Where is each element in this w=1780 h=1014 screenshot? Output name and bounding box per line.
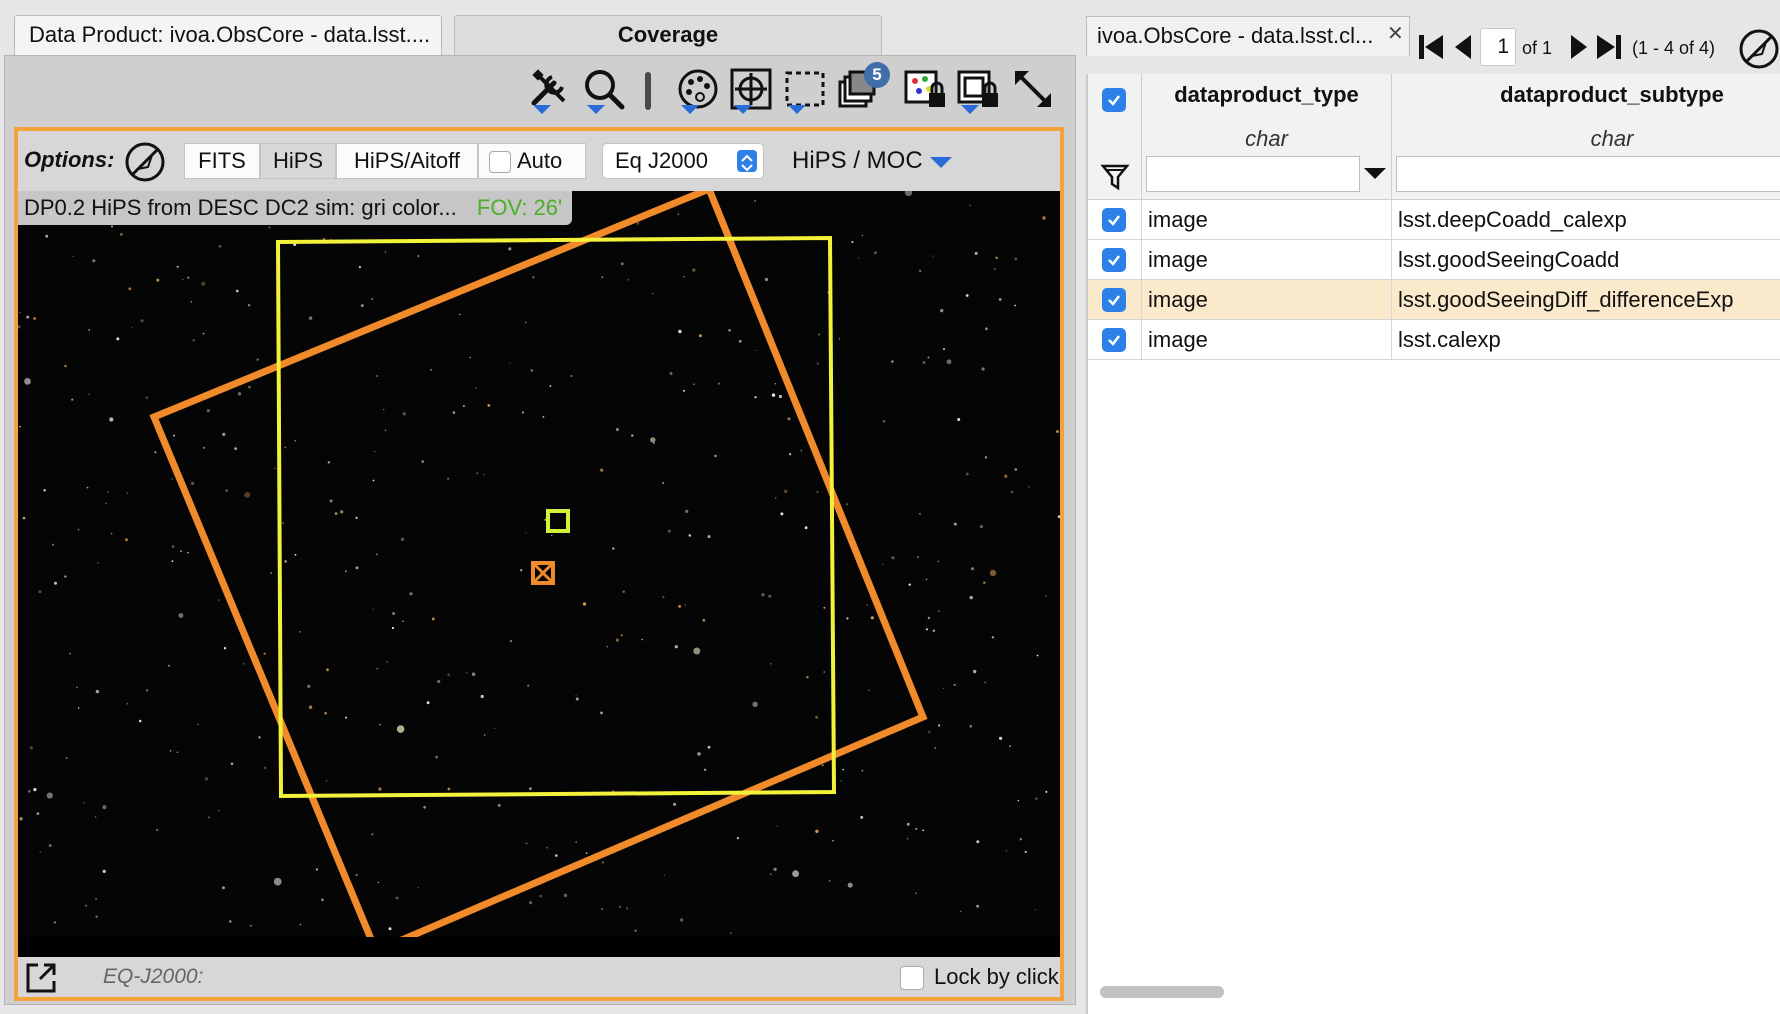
viewer-title-bar: DP0.2 HiPS from DESC DC2 sim: gri color.… — [18, 191, 573, 225]
select-arrows-icon — [737, 150, 757, 172]
last-page-icon[interactable] — [1594, 32, 1624, 62]
cell-dataproduct-type: image — [1142, 200, 1392, 239]
hips-aitoff-button[interactable]: HiPS/Aitoff — [336, 143, 478, 179]
expand-icon[interactable] — [1010, 66, 1056, 112]
filter-icon[interactable] — [1100, 162, 1130, 197]
row-range: (1 - 4 of 4) — [1632, 38, 1716, 58]
hips-moc-menu[interactable]: HiPS / MOC — [792, 147, 923, 175]
fov-label: FOV: 26' — [476, 195, 563, 220]
hips-button[interactable]: HiPS — [260, 143, 336, 179]
page-input[interactable]: 1 — [1480, 28, 1516, 66]
column-name: dataproduct_subtype — [1500, 82, 1724, 107]
filter-dropdown-icon[interactable] — [1364, 168, 1386, 179]
tab-coverage[interactable]: Coverage — [454, 15, 882, 55]
page-count: of 1 — [1522, 38, 1553, 58]
cell-dataproduct-subtype: lsst.deepCoadd_calexp — [1392, 200, 1780, 239]
zoom-icon[interactable] — [581, 66, 627, 114]
tools-icon[interactable] — [527, 66, 573, 114]
table-row[interactable]: image lsst.goodSeeingCoadd — [1088, 240, 1780, 280]
row-select-cell — [1088, 320, 1142, 359]
auto-checkbox[interactable] — [489, 151, 511, 173]
table-tab-label: ivoa.ObsCore - data.lsst.cl... — [1097, 23, 1374, 48]
color-palette-icon[interactable] — [675, 66, 721, 114]
column-type: char — [1245, 126, 1288, 151]
column-header-dataproduct-type[interactable]: dataproduct_type char — [1142, 74, 1392, 200]
next-page-icon[interactable] — [1568, 32, 1590, 62]
auto-toggle[interactable]: Auto — [478, 143, 586, 179]
horizontal-scrollbar[interactable] — [1100, 986, 1224, 998]
lock-by-click-checkbox[interactable] — [900, 966, 924, 990]
row-select-cell — [1088, 240, 1142, 279]
column-name: dataproduct_type — [1174, 82, 1359, 107]
hips-title: DP0.2 HiPS from DESC DC2 sim: gri color.… — [24, 195, 457, 220]
row-checkbox[interactable] — [1102, 288, 1126, 312]
viewer-status-bar: EQ-J2000: Lock by click — [18, 957, 1060, 997]
prev-page-icon[interactable] — [1452, 32, 1474, 62]
row-select-cell — [1088, 200, 1142, 239]
filter-input-dataproduct-subtype[interactable] — [1396, 156, 1780, 192]
table-row[interactable]: image lsst.calexp — [1088, 320, 1780, 360]
filter-input-dataproduct-type[interactable] — [1146, 156, 1360, 192]
cell-dataproduct-subtype: lsst.goodSeeingCoadd — [1392, 240, 1780, 279]
column-header-dataproduct-subtype[interactable]: dataproduct_subtype char — [1392, 74, 1780, 200]
fits-button[interactable]: FITS — [184, 143, 260, 179]
coord-readout: EQ-J2000: — [103, 965, 204, 988]
cell-dataproduct-type: image — [1142, 240, 1392, 279]
lock-by-click-label: Lock by click — [934, 964, 1059, 989]
table-panel: dataproduct_type char dataproduct_subtyp… — [1086, 74, 1780, 1014]
table-options-icon[interactable] — [1738, 28, 1780, 70]
tab-obscore-table[interactable]: ivoa.ObsCore - data.lsst.cl... ✕ — [1086, 16, 1410, 56]
row-checkbox[interactable] — [1102, 208, 1126, 232]
column-type: char — [1590, 126, 1634, 151]
first-page-icon[interactable] — [1416, 32, 1446, 62]
row-checkbox[interactable] — [1102, 248, 1126, 272]
image-lock-drop-icon[interactable] — [955, 66, 1001, 114]
coord-system-select[interactable]: Eq J2000 — [602, 143, 764, 179]
target-icon[interactable] — [728, 66, 774, 114]
row-checkbox[interactable] — [1102, 328, 1126, 352]
close-icon[interactable]: ✕ — [1387, 17, 1404, 53]
tab-data-product[interactable]: Data Product: ivoa.ObsCore - data.lsst..… — [14, 15, 442, 55]
cell-dataproduct-subtype: lsst.calexp — [1392, 320, 1780, 359]
image-lock-icon[interactable] — [902, 66, 948, 112]
coord-system-value: Eq J2000 — [615, 148, 708, 173]
select-column-header — [1088, 74, 1142, 200]
toolbar-divider — [645, 72, 651, 110]
layers-icon[interactable]: 5 — [836, 62, 890, 112]
image-viewer[interactable]: Options: FITS HiPS HiPS/Aitoff Auto Eq J… — [14, 127, 1064, 1001]
cell-dataproduct-type: image — [1142, 280, 1392, 319]
popout-icon[interactable] — [24, 961, 58, 997]
row-select-cell — [1088, 280, 1142, 319]
auto-label: Auto — [517, 148, 563, 173]
select-all-checkbox[interactable] — [1102, 88, 1126, 112]
table-row[interactable]: image lsst.deepCoadd_calexp — [1088, 200, 1780, 240]
sky-image[interactable] — [18, 191, 1060, 937]
table-row-selected[interactable]: image lsst.goodSeeingDiff_differenceExp — [1088, 280, 1780, 320]
options-bar: Options: FITS HiPS HiPS/Aitoff Auto Eq J… — [18, 131, 1060, 191]
options-label: Options: — [24, 147, 115, 172]
hips-moc-dropdown-icon[interactable] — [930, 157, 952, 168]
select-area-icon[interactable] — [782, 66, 828, 114]
cell-dataproduct-type: image — [1142, 320, 1392, 359]
layers-count-badge: 5 — [864, 62, 890, 88]
no-overlay-icon[interactable] — [124, 141, 166, 188]
cell-dataproduct-subtype: lsst.goodSeeingDiff_differenceExp — [1392, 280, 1780, 319]
